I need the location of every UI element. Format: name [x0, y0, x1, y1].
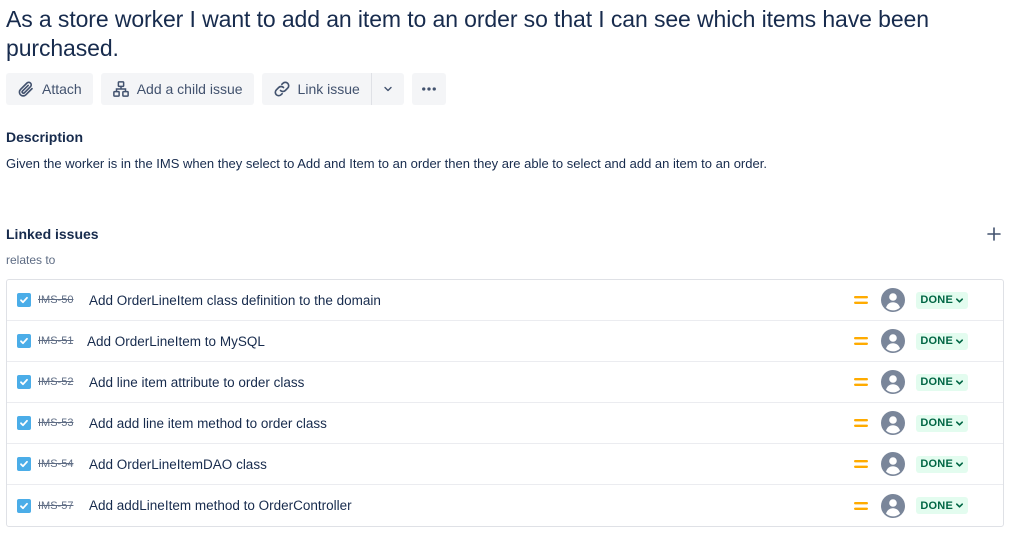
issue-key[interactable]: IMS-53 — [38, 417, 89, 429]
issue-summary[interactable]: Add OrderLineItem to MySQL — [87, 334, 853, 349]
issue-summary[interactable]: Add OrderLineItemDAO class — [89, 457, 853, 472]
linked-issue-row[interactable]: IMS-52 Add line item attribute to order … — [7, 362, 1003, 403]
issue-key[interactable]: IMS-50 — [38, 294, 89, 306]
status-dropdown[interactable]: DONE — [916, 414, 968, 432]
linked-issues-heading: Linked issues — [6, 226, 99, 242]
status-dropdown[interactable]: DONE — [916, 455, 968, 473]
chevron-down-icon — [955, 297, 964, 303]
issue-summary[interactable]: Add OrderLineItem class definition to th… — [89, 293, 853, 308]
priority-medium-icon — [854, 337, 869, 345]
status-dropdown[interactable]: DONE — [916, 291, 968, 309]
chevron-down-icon — [955, 503, 964, 508]
linked-issue-row[interactable]: IMS-50 Add OrderLineItem class definitio… — [7, 280, 1003, 321]
linked-issues-list: IMS-50 Add OrderLineItem class definitio… — [6, 279, 1004, 527]
attach-button[interactable]: Attach — [6, 73, 93, 105]
link-issue-label: Link issue — [297, 81, 360, 97]
link-issue-group: Link issue — [261, 73, 404, 105]
priority-medium-icon — [854, 378, 869, 386]
issue-title[interactable]: As a store worker I want to add an item … — [6, 0, 1007, 63]
status-label: DONE — [920, 499, 953, 512]
unassigned-avatar-icon[interactable] — [881, 288, 906, 312]
unassigned-avatar-icon[interactable] — [881, 452, 906, 476]
story-type-icon — [17, 498, 31, 513]
status-dropdown[interactable]: DONE — [916, 497, 968, 514]
link-icon — [274, 81, 290, 97]
linked-issue-row[interactable]: IMS-57 Add addLineItem method to OrderCo… — [7, 485, 1003, 526]
add-child-issue-label: Add a child issue — [136, 81, 243, 97]
relation-label: relates to — [6, 253, 56, 267]
add-child-issue-button[interactable]: Add a child issue — [100, 73, 254, 105]
plus-icon[interactable] — [986, 226, 1002, 242]
issue-key[interactable]: IMS-51 — [38, 335, 87, 347]
linked-issue-row[interactable]: IMS-54 Add OrderLineItemDAO class DONE — [7, 444, 1003, 485]
linked-issue-row[interactable]: IMS-53 Add add line item method to order… — [7, 403, 1003, 444]
status-label: DONE — [920, 417, 953, 429]
linked-issue-row[interactable]: IMS-51 Add OrderLineItem to MySQL DONE — [7, 321, 1003, 362]
status-label: DONE — [920, 294, 953, 306]
status-label: DONE — [920, 335, 953, 347]
status-dropdown[interactable]: DONE — [916, 332, 968, 350]
issue-key[interactable]: IMS-57 — [38, 500, 89, 512]
unassigned-avatar-icon[interactable] — [881, 411, 906, 435]
hierarchy-icon — [112, 81, 129, 97]
chevron-down-icon — [384, 86, 392, 92]
chevron-down-icon — [955, 338, 964, 344]
chevron-down-icon — [955, 461, 964, 467]
status-dropdown[interactable]: DONE — [916, 373, 968, 391]
issue-toolbar: Attach Add a child issue Link issue — [6, 73, 1007, 105]
priority-medium-icon — [854, 501, 869, 510]
priority-medium-icon — [854, 419, 869, 427]
chevron-down-icon — [955, 420, 964, 426]
status-label: DONE — [920, 458, 953, 470]
issue-summary[interactable]: Add addLineItem method to OrderControlle… — [89, 498, 853, 513]
unassigned-avatar-icon[interactable] — [881, 493, 906, 518]
story-type-icon — [17, 293, 31, 307]
story-type-icon — [17, 416, 31, 430]
linked-issues-header: Linked issues — [6, 224, 1007, 244]
link-issue-dropdown[interactable] — [370, 73, 404, 105]
more-actions-button[interactable] — [411, 73, 446, 105]
description-heading: Description — [6, 129, 84, 145]
issue-key[interactable]: IMS-54 — [38, 458, 89, 470]
paperclip-icon — [18, 81, 33, 97]
link-issue-button[interactable]: Link issue — [261, 73, 371, 105]
issue-view: As a store worker I want to add an item … — [0, 0, 1013, 546]
description-text[interactable]: Given the worker is in the IMS when they… — [6, 155, 1007, 173]
story-type-icon — [17, 334, 31, 348]
priority-medium-icon — [854, 296, 869, 304]
story-type-icon — [17, 375, 31, 389]
issue-key[interactable]: IMS-52 — [38, 376, 89, 388]
chevron-down-icon — [955, 379, 964, 385]
attach-label: Attach — [42, 81, 82, 97]
unassigned-avatar-icon[interactable] — [881, 370, 906, 394]
story-type-icon — [17, 457, 31, 471]
more-dots-icon — [421, 87, 436, 91]
issue-summary[interactable]: Add line item attribute to order class — [89, 375, 853, 390]
unassigned-avatar-icon[interactable] — [881, 329, 906, 353]
issue-summary[interactable]: Add add line item method to order class — [89, 416, 853, 431]
priority-medium-icon — [854, 460, 869, 468]
status-label: DONE — [920, 376, 953, 388]
